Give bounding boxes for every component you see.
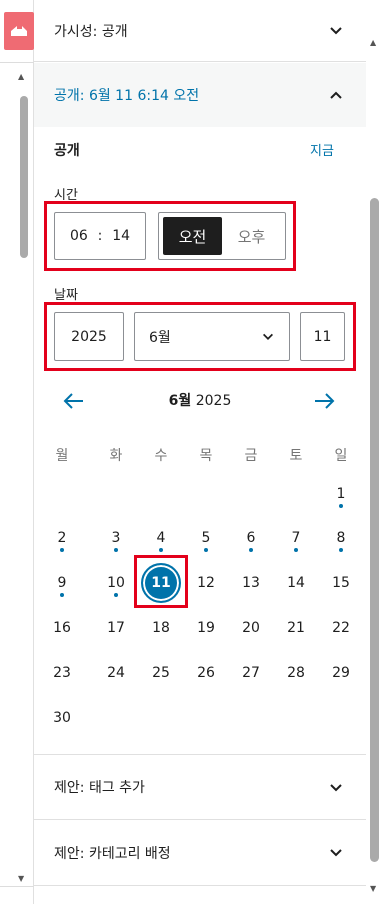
day-input[interactable]: 11 [300, 312, 345, 361]
calendar-day[interactable]: 10 [99, 566, 133, 600]
scroll-down-arrow-icon[interactable]: ▼ [18, 874, 24, 883]
weekday-label: 일 [334, 448, 348, 464]
weekday-label: 목 [199, 448, 213, 464]
weekday-label: 토 [289, 448, 303, 464]
post-indicator-dot [114, 593, 118, 597]
visibility-row[interactable]: 가시성: 공개 [34, 0, 366, 62]
calendar-day[interactable]: 19 [189, 611, 223, 645]
calendar-day[interactable]: 3 [99, 521, 133, 555]
calendar-day[interactable]: 20 [234, 611, 268, 645]
calendar-day[interactable]: 9 [45, 566, 79, 600]
calendar-day[interactable]: 27 [234, 656, 268, 690]
year-input[interactable]: 2025 [54, 312, 124, 361]
categories-title: 제안: 카테고리 배정 [54, 845, 171, 862]
calendar-day[interactable]: 14 [279, 566, 313, 600]
calendar-day[interactable]: 7 [279, 521, 313, 555]
post-indicator-dot [60, 593, 64, 597]
categories-row[interactable]: 제안: 카테고리 배정 [34, 820, 366, 886]
publish-title: 공개: 6월 11 6:14 오전 [54, 88, 200, 104]
calendar-day[interactable]: 28 [279, 656, 313, 690]
minute-field[interactable]: 14 [112, 228, 130, 244]
calendar-day[interactable]: 26 [189, 656, 223, 690]
visibility-title: 가시성: 공개 [54, 23, 128, 40]
calendar-day[interactable]: 1 [324, 477, 358, 511]
scroll-up-arrow-icon[interactable]: ▲ [370, 38, 376, 47]
calendar-day[interactable]: 12 [189, 566, 223, 600]
publish-header[interactable]: 공개: 6월 11 6:14 오전 [34, 63, 366, 127]
month-select[interactable]: 6월 [134, 312, 290, 361]
hour-field[interactable]: 06 [70, 228, 88, 244]
calendar-day[interactable]: 13 [234, 566, 268, 600]
calendar-day[interactable]: 23 [45, 656, 79, 690]
calendar-day[interactable]: 30 [45, 701, 79, 735]
calendar-day[interactable]: 21 [279, 611, 313, 645]
time-input[interactable]: 06 : 14 [54, 212, 146, 260]
calendar-day[interactable]: 5 [189, 521, 223, 555]
date-label: 날짜 [54, 288, 78, 303]
left-scrollbar-thumb[interactable] [20, 96, 28, 258]
post-indicator-dot [114, 548, 118, 552]
weekday-label: 화 [109, 448, 123, 464]
month-value: 6월 [149, 329, 171, 346]
post-indicator-dot [294, 548, 298, 552]
calendar-day[interactable]: 2 [45, 521, 79, 555]
chevron-down-icon[interactable] [328, 780, 344, 796]
tags-title: 제안: 태그 추가 [54, 780, 145, 796]
next-month-arrow-icon[interactable] [312, 390, 336, 412]
calendar-day[interactable]: 15 [324, 566, 358, 600]
tags-row[interactable]: 제안: 태그 추가 [34, 754, 366, 820]
post-indicator-dot [60, 548, 64, 552]
calendar-day[interactable]: 29 [324, 656, 358, 690]
am-pm-toggle: 오전 오후 [158, 212, 286, 260]
scroll-up-arrow-icon[interactable]: ▲ [18, 72, 24, 81]
divider [0, 62, 34, 63]
now-link[interactable]: 지금 [310, 140, 334, 159]
post-indicator-dot [339, 548, 343, 552]
chevron-down-icon [263, 333, 273, 340]
calendar-day[interactable]: 25 [144, 656, 178, 690]
chevron-down-icon[interactable] [328, 23, 344, 39]
calendar-day[interactable]: 4 [144, 521, 178, 555]
calendar-day[interactable]: 8 [324, 521, 358, 555]
scroll-down-arrow-icon[interactable]: ▼ [370, 884, 376, 893]
post-indicator-dot [204, 548, 208, 552]
time-colon: : [97, 228, 103, 244]
calendar-day[interactable]: 17 [99, 611, 133, 645]
highlight-frame [134, 555, 188, 608]
post-indicator-dot [339, 504, 343, 508]
chevron-up-icon[interactable] [328, 87, 344, 103]
am-button[interactable]: 오전 [163, 217, 222, 255]
divider [0, 886, 34, 887]
calendar-day[interactable]: 24 [99, 656, 133, 690]
settings-panel: 가시성: 공개 공개: 6월 11 6:14 오전 공개 지금 시간 06 : … [34, 0, 366, 904]
chevron-down-icon[interactable] [328, 845, 344, 861]
weekday-label: 금 [244, 448, 258, 464]
calendar-day[interactable]: 16 [45, 611, 79, 645]
pm-button[interactable]: 오후 [222, 217, 281, 255]
calendar-day[interactable]: 22 [324, 611, 358, 645]
publish-section-title: 공개 [54, 143, 80, 159]
post-indicator-dot [159, 548, 163, 552]
left-sidebar-strip: ▲ ▼ [0, 0, 34, 904]
post-indicator-dot [249, 548, 253, 552]
right-scrollbar-thumb[interactable] [370, 198, 379, 862]
weekday-label: 월 [55, 448, 69, 464]
plugin-logo-icon[interactable] [4, 12, 34, 50]
calendar-day[interactable]: 18 [144, 611, 178, 645]
weekday-label: 수 [154, 448, 168, 464]
calendar-day[interactable]: 6 [234, 521, 268, 555]
